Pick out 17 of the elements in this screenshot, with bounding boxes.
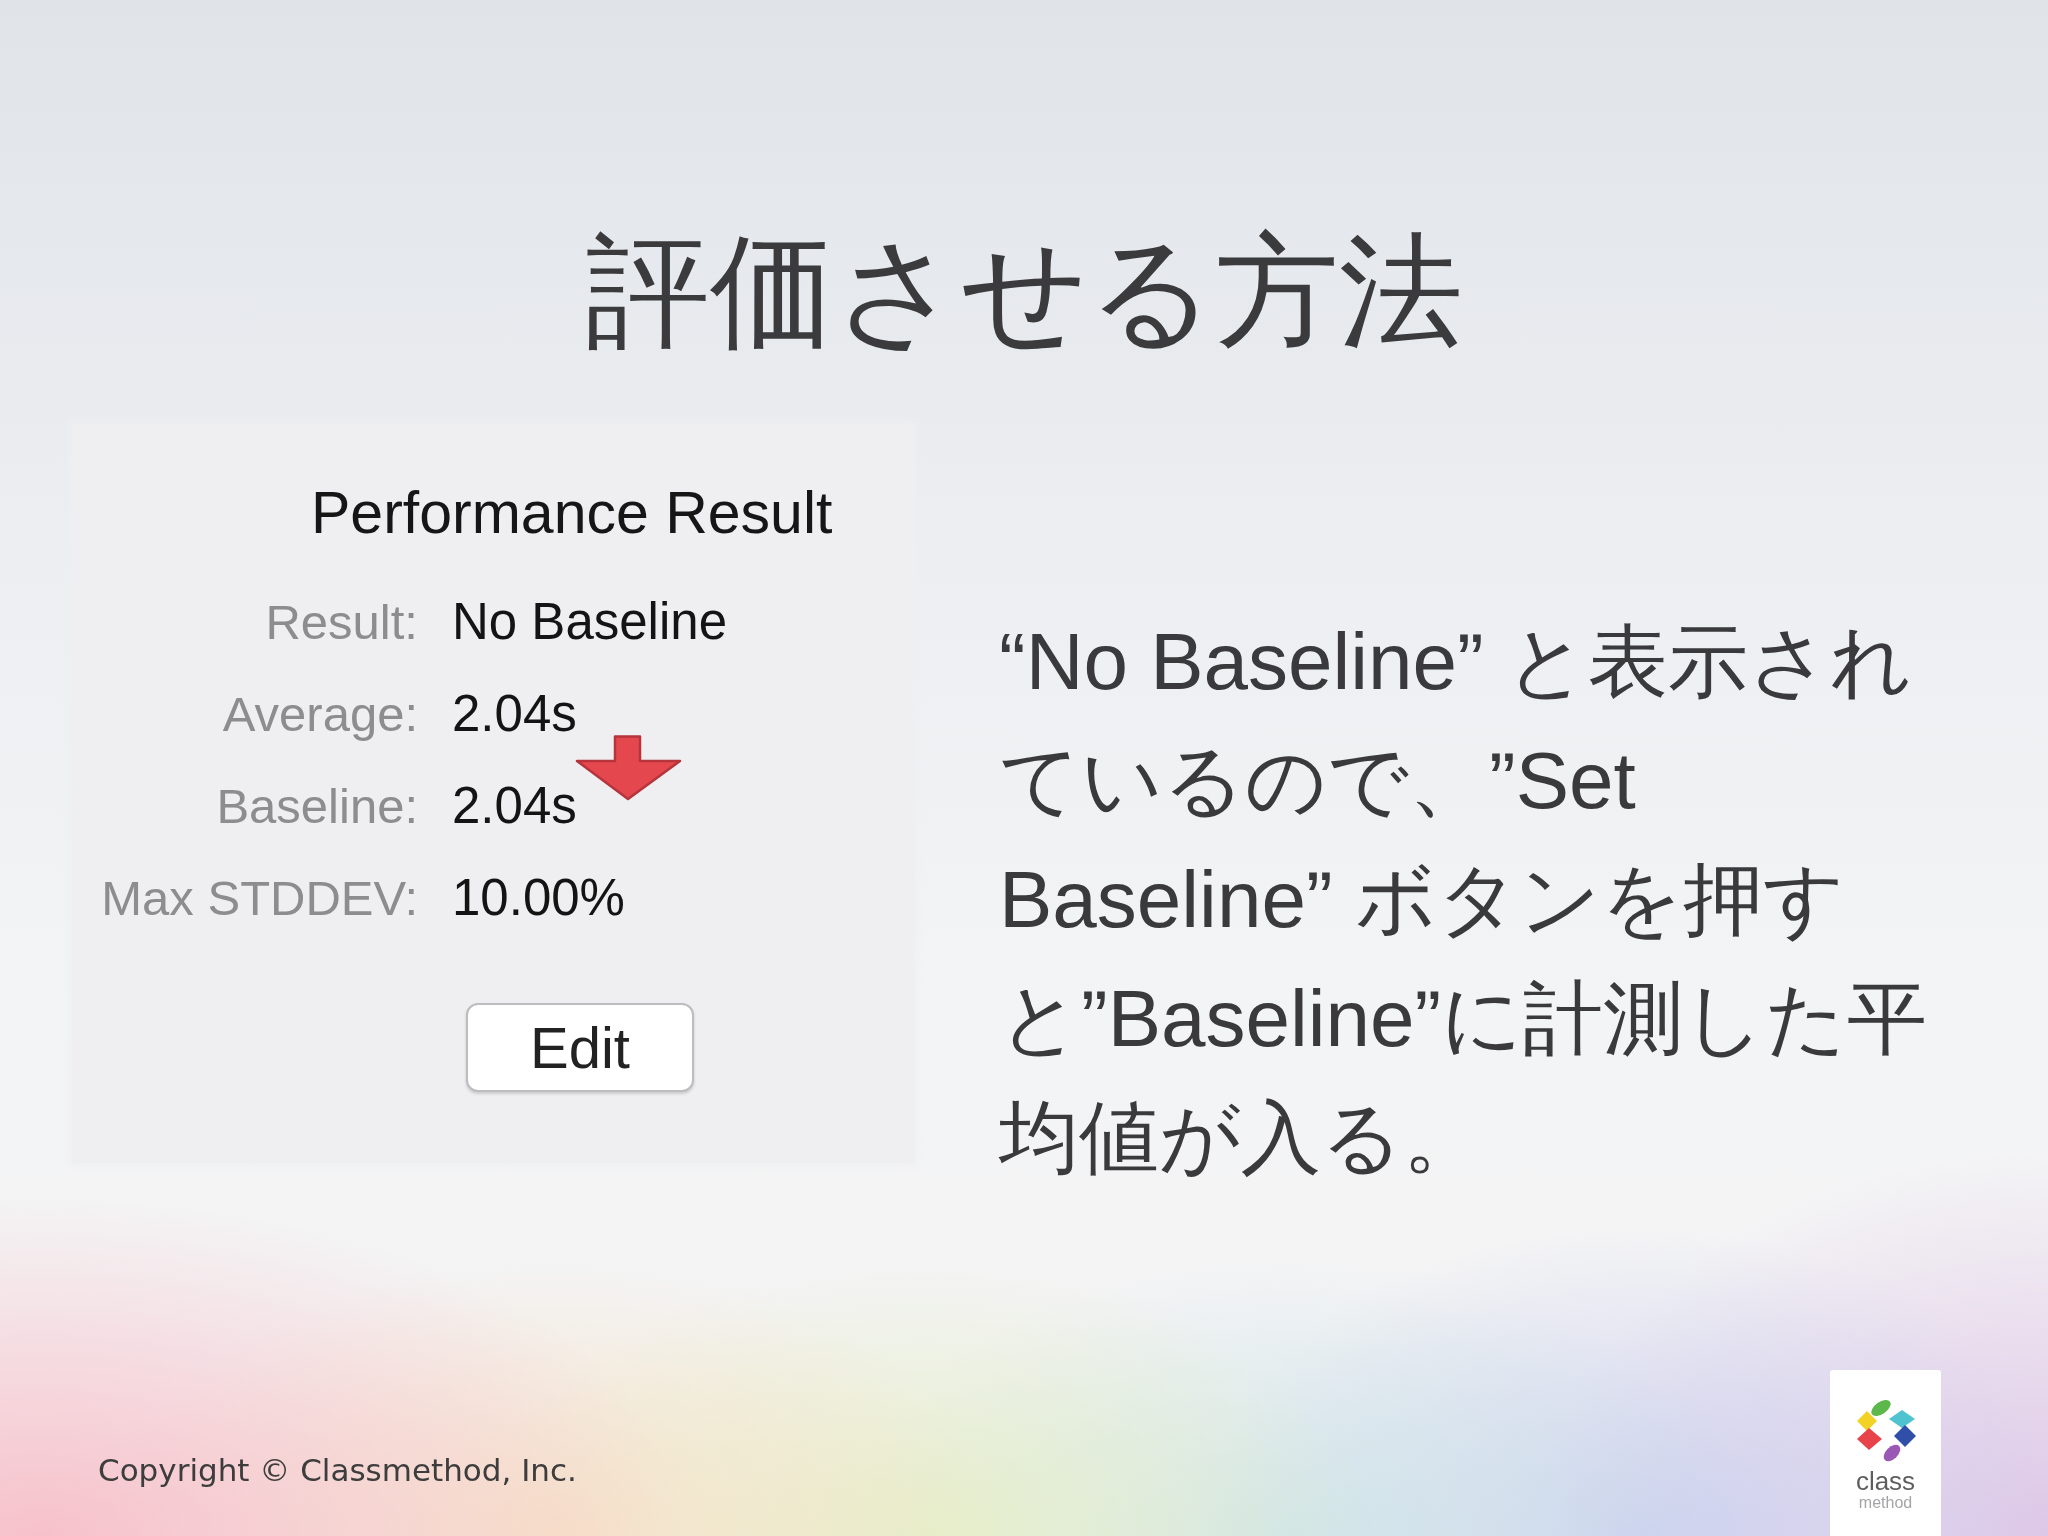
down-arrow-icon (575, 735, 682, 801)
field-label: Result: (265, 594, 418, 651)
logo-tagline: method (1858, 1496, 1913, 1510)
field-value: 2.04s (452, 776, 577, 836)
field-label: Average: (222, 686, 418, 743)
copyright-text: Copyright © Classmethod, Inc. (98, 1451, 577, 1490)
field-value: 2.04s (452, 684, 577, 744)
field-value: No Baseline (452, 592, 727, 652)
slide-title: 評価させる方法 (585, 218, 1463, 365)
logo-wordmark: class (1855, 1468, 1916, 1494)
colored-diamonds-icon (1855, 1398, 1916, 1462)
field-value: 10.00% (452, 868, 625, 928)
edit-button[interactable]: Edit (466, 1003, 694, 1092)
field-label: Baseline: (216, 778, 418, 835)
dialog-heading: Performance Result (311, 481, 833, 545)
body-text: “No Baseline” と表示されているので、”Set Baseline” ボタンを押すと”Baseline”に計測した平均値が入る。 (999, 616, 1929, 1184)
field-label: Max STDDEV: (101, 870, 418, 927)
